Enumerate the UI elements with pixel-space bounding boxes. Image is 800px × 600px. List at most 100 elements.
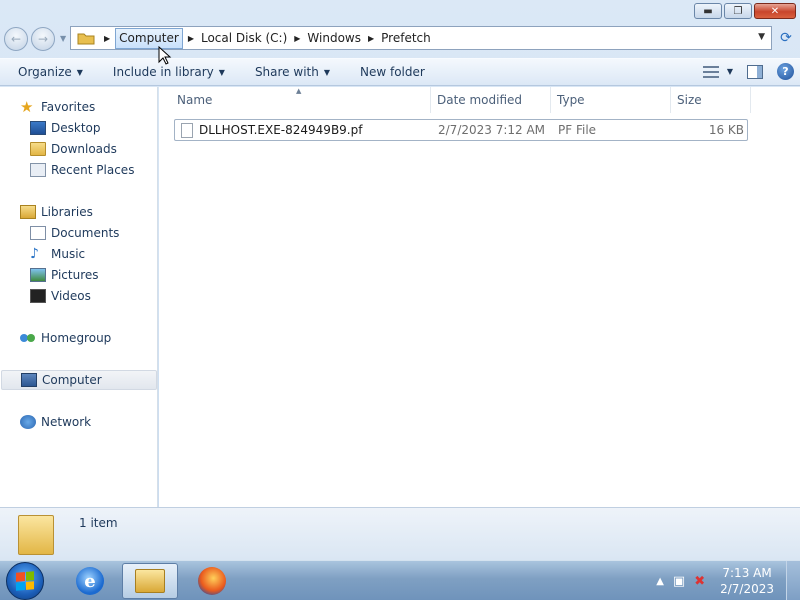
chevron-down-icon: ▼	[218, 67, 225, 77]
new-folder-label: New folder	[360, 65, 425, 79]
file-size: 16 KB	[708, 123, 744, 137]
recent-places-icon	[30, 163, 46, 177]
volume-muted-icon[interactable]: ✖	[694, 574, 705, 589]
sidebar-item-desktop[interactable]: Desktop	[0, 118, 158, 138]
share-with-label: Share with	[254, 65, 319, 79]
chevron-down-icon: ▼	[726, 67, 733, 76]
maximize-button[interactable]: ❐	[724, 3, 752, 19]
taskbar-windows-explorer[interactable]	[122, 563, 178, 599]
column-header-label: Size	[677, 93, 702, 107]
breadcrumb: ▶ Computer ▶ Local Disk (C:) ▶ Windows ▶…	[99, 27, 433, 49]
back-button[interactable]: ←	[4, 27, 28, 51]
clock[interactable]: 7:13 AM 2/7/2023	[720, 565, 774, 597]
sidebar-item-music[interactable]: ♪ Music	[0, 244, 158, 264]
column-header-label: Name	[177, 93, 213, 107]
breadcrumb-windows[interactable]: Windows	[305, 31, 363, 45]
downloads-folder-icon	[30, 142, 46, 156]
window-controls: ▬ ❐ ✕	[694, 3, 796, 19]
show-hidden-icons-button[interactable]: ▲	[656, 576, 664, 587]
sidebar-item-label: Homegroup	[41, 331, 112, 345]
refresh-icon: ⟳	[780, 30, 792, 46]
column-header-label: Type	[557, 93, 585, 107]
breadcrumb-arrow-icon[interactable]: ▶	[363, 34, 379, 43]
sidebar-item-label: Downloads	[51, 142, 117, 156]
column-header-date-modified[interactable]: Date modified	[431, 87, 551, 113]
sidebar-item-libraries[interactable]: Libraries	[0, 202, 158, 222]
network-icon	[20, 415, 36, 429]
sidebar-item-videos[interactable]: Videos	[0, 286, 158, 306]
sidebar-item-recent-places[interactable]: Recent Places	[0, 160, 158, 180]
sidebar-item-homegroup[interactable]: Homegroup	[0, 328, 158, 348]
sidebar-item-computer[interactable]: Computer	[1, 370, 157, 390]
taskbar-firefox[interactable]	[184, 563, 240, 599]
folder-icon	[18, 515, 54, 555]
sidebar-item-label: Network	[41, 415, 92, 429]
forward-arrow-icon: →	[37, 32, 49, 46]
breadcrumb-arrow-icon[interactable]: ▶	[289, 34, 305, 43]
clock-time: 7:13 AM	[722, 566, 772, 580]
recent-pages-dropdown[interactable]: ▼	[60, 34, 66, 43]
file-date-modified: 2/7/2023 7:12 AM	[438, 123, 546, 137]
details-pane: 1 item	[0, 507, 800, 560]
windows-logo-icon	[16, 571, 34, 591]
file-icon	[181, 122, 193, 138]
details-view-icon	[702, 65, 719, 78]
sidebar-item-label: Documents	[51, 226, 120, 240]
address-bar[interactable]: ▶ Computer ▶ Local Disk (C:) ▶ Windows ▶…	[70, 26, 772, 50]
sidebar-item-network[interactable]: Network	[0, 412, 158, 432]
breadcrumb-arrow-icon[interactable]: ▶	[183, 34, 199, 43]
file-row[interactable]: DLLHOST.EXE-824949B9.pf 2/7/2023 7:12 AM…	[174, 119, 748, 141]
show-desktop-button[interactable]	[786, 561, 800, 600]
star-icon: ★	[20, 98, 34, 116]
item-count: 1 item	[79, 516, 118, 530]
close-button[interactable]: ✕	[754, 3, 796, 19]
folder-icon	[77, 33, 95, 45]
network-status-icon[interactable]: ▣	[673, 574, 685, 589]
mouse-cursor-icon	[158, 46, 172, 65]
videos-icon	[30, 289, 46, 303]
music-note-icon: ♪	[30, 246, 39, 262]
help-button[interactable]: ?	[777, 63, 794, 80]
sidebar-item-pictures[interactable]: Pictures	[0, 265, 158, 285]
organize-menu[interactable]: Organize ▼	[0, 59, 93, 85]
refresh-button[interactable]: ⟳	[774, 26, 798, 50]
explorer-window: ▬ ❐ ✕ ← → ▼ ▶ Computer ▶ Local Disk (C:)…	[0, 0, 800, 560]
computer-icon	[21, 373, 37, 387]
sidebar-item-label: Computer	[42, 373, 102, 387]
sidebar-item-documents[interactable]: Documents	[0, 223, 158, 243]
address-dropdown-icon[interactable]: ▼	[758, 32, 765, 42]
minimize-button[interactable]: ▬	[694, 3, 722, 19]
column-headers: Name ▲ Date modified Type Size	[159, 87, 800, 113]
breadcrumb-prefetch[interactable]: Prefetch	[379, 31, 433, 45]
share-with-menu[interactable]: Share with ▼	[235, 59, 340, 85]
start-button[interactable]	[6, 562, 44, 600]
libraries-icon	[20, 205, 36, 219]
file-list: Name ▲ Date modified Type Size DLLHOST.E…	[159, 87, 800, 507]
forward-button[interactable]: →	[31, 27, 55, 51]
system-tray: ▲ ▣ ✖ 7:13 AM 2/7/2023	[656, 561, 800, 600]
change-view-button[interactable]: ▼	[702, 65, 733, 78]
include-in-library-label: Include in library	[112, 65, 214, 79]
file-name-cell: DLLHOST.EXE-824949B9.pf	[181, 120, 431, 140]
sidebar-item-label: Favorites	[41, 100, 96, 114]
documents-icon	[30, 226, 46, 240]
breadcrumb-computer[interactable]: Computer	[115, 27, 183, 49]
internet-explorer-icon: e	[76, 567, 104, 595]
windows-explorer-icon	[135, 569, 165, 593]
breadcrumb-arrow-icon[interactable]: ▶	[99, 34, 115, 43]
pictures-icon	[30, 268, 46, 282]
breadcrumb-local-disk[interactable]: Local Disk (C:)	[199, 31, 289, 45]
preview-pane-button[interactable]	[747, 64, 763, 79]
homegroup-icon	[20, 331, 36, 345]
sidebar-item-favorites[interactable]: ★ Favorites	[0, 97, 158, 117]
file-name: DLLHOST.EXE-824949B9.pf	[199, 123, 363, 137]
column-header-type[interactable]: Type	[551, 87, 671, 113]
column-header-size[interactable]: Size	[671, 87, 751, 113]
taskbar-internet-explorer[interactable]: e	[62, 563, 118, 599]
sidebar-item-label: Libraries	[41, 205, 93, 219]
sidebar-item-label: Videos	[51, 289, 91, 303]
file-type: PF File	[558, 123, 597, 137]
taskbar: e ▲ ▣ ✖ 7:13 AM 2/7/2023	[0, 560, 800, 600]
sidebar-item-downloads[interactable]: Downloads	[0, 139, 158, 159]
new-folder-button[interactable]: New folder	[340, 59, 435, 85]
